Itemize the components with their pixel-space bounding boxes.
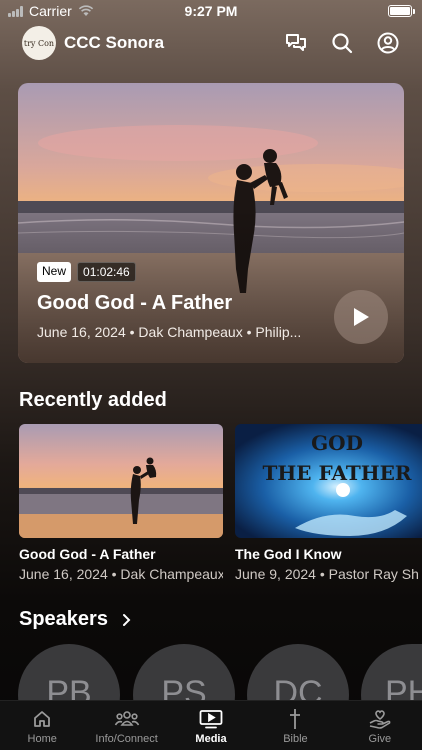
play-button[interactable]: [334, 290, 388, 344]
status-bar: Carrier 9:27 PM: [0, 0, 422, 22]
chevron-right-icon: [122, 613, 131, 626]
nav-label: Bible: [283, 733, 308, 745]
bottom-nav: Home Info/Connect Media Bible Give: [0, 700, 422, 750]
heart-hand-icon: [369, 710, 391, 729]
chat-icon[interactable]: [284, 31, 308, 55]
cross-icon: [290, 709, 301, 729]
featured-sermon-card[interactable]: New 01:02:46 Good God - A Father June 16…: [18, 83, 404, 363]
speakers-header[interactable]: Speakers: [19, 608, 132, 631]
media-card[interactable]: Good God - A Father June 16, 2024 • Dak …: [19, 424, 223, 582]
duration-badge: 01:02:46: [77, 262, 136, 282]
media-card[interactable]: GOD THE FATHER The God I Know June 9, 20…: [235, 424, 422, 582]
play-icon: [354, 308, 369, 326]
nav-bible[interactable]: Bible: [253, 701, 337, 750]
nav-home[interactable]: Home: [0, 701, 84, 750]
media-card-title: The God I Know: [235, 546, 342, 562]
media-thumbnail: GOD THE FATHER: [235, 424, 422, 538]
speakers-heading: Speakers: [19, 608, 108, 630]
recently-added-heading: Recently added: [19, 389, 167, 411]
new-badge: New: [37, 262, 72, 282]
search-icon[interactable]: [330, 31, 354, 55]
thumbnail-caption-line2: THE FATHER: [262, 461, 411, 485]
nav-label: Media: [195, 733, 227, 745]
app-title: CCC Sonora: [64, 33, 165, 52]
home-icon: [34, 711, 51, 727]
app-header: try Con CCC Sonora: [22, 26, 400, 60]
media-card-meta: June 16, 2024 • Dak Champeaux: [19, 566, 223, 582]
nav-media[interactable]: Media: [169, 701, 253, 750]
profile-icon[interactable]: [376, 31, 400, 55]
people-icon: [114, 711, 139, 726]
media-card-title: Good God - A Father: [19, 546, 156, 562]
nav-label: Info/Connect: [95, 733, 158, 745]
status-time: 9:27 PM: [184, 3, 238, 19]
media-card-meta: June 9, 2024 • Pastor Ray Sh: [235, 566, 419, 582]
tv-play-icon: [199, 710, 223, 729]
battery-icon: [388, 5, 415, 17]
nav-give[interactable]: Give: [338, 701, 422, 750]
thumbnail-caption-line1: GOD: [311, 431, 363, 455]
media-thumbnail: [19, 424, 223, 538]
church-logo[interactable]: try Con: [22, 26, 56, 60]
nav-info-connect[interactable]: Info/Connect: [84, 701, 168, 750]
featured-title: Good God - A Father: [37, 292, 233, 314]
nav-label: Home: [27, 733, 57, 745]
featured-meta: June 16, 2024 • Dak Champeaux • Philip..…: [37, 324, 302, 340]
nav-label: Give: [368, 733, 392, 745]
